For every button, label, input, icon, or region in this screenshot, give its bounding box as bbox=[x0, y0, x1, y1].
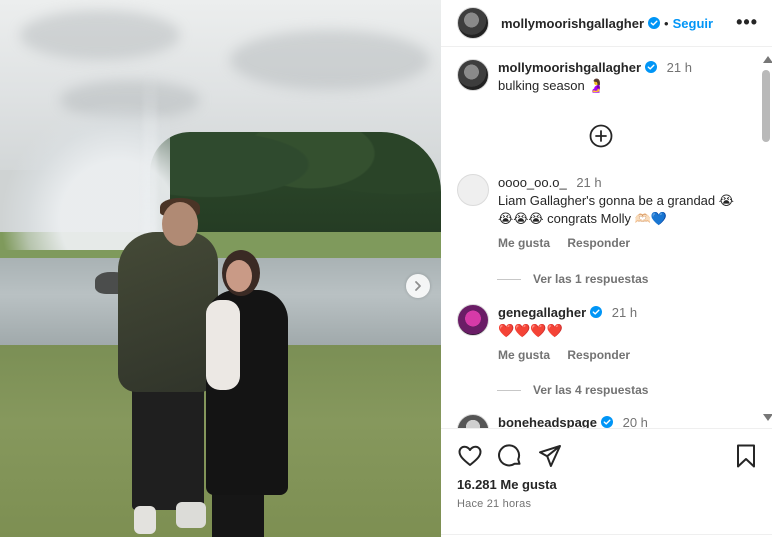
comment-row: genegallagher 21 h ❤️❤️❤️❤️ Me gusta Res… bbox=[457, 304, 644, 364]
heart-icon[interactable] bbox=[457, 443, 483, 469]
photo-cloud bbox=[230, 30, 430, 90]
verified-badge-icon bbox=[648, 17, 661, 29]
share-icon[interactable] bbox=[537, 443, 563, 469]
more-options-icon[interactable]: ••• bbox=[736, 12, 758, 33]
header-separator: • bbox=[664, 15, 669, 31]
follow-button[interactable]: Seguir bbox=[673, 16, 713, 31]
comment-icon[interactable] bbox=[497, 443, 523, 469]
photo-man-jacket bbox=[118, 232, 218, 392]
comment-username[interactable]: boneheadspage bbox=[498, 415, 597, 428]
caption-text: bulking season 🤰 bbox=[498, 78, 605, 93]
comment-body: boneheadspage 20 h bbox=[498, 414, 648, 428]
comment-time[interactable]: 21 h bbox=[576, 175, 601, 190]
view-replies-label: Ver las 1 respuestas bbox=[533, 272, 649, 286]
replies-divider bbox=[497, 278, 521, 280]
avatar[interactable] bbox=[457, 304, 489, 336]
photo-woman-legs bbox=[212, 490, 264, 537]
action-icons bbox=[457, 443, 563, 469]
comment-row: boneheadspage 20 h bbox=[457, 414, 648, 428]
photo-shoe bbox=[176, 502, 206, 528]
verified-badge-icon bbox=[600, 416, 613, 428]
comment-actions: Me gusta Responder bbox=[498, 234, 748, 252]
comments-scrollbar[interactable] bbox=[761, 56, 772, 426]
comment-text: Liam Gallagher's gonna be a grandad 😭😭😭😭… bbox=[498, 193, 734, 226]
post-photo[interactable] bbox=[0, 0, 441, 537]
view-replies-button[interactable]: Ver las 1 respuestas bbox=[497, 272, 648, 286]
photo-man-head bbox=[162, 202, 198, 246]
avatar[interactable] bbox=[457, 59, 489, 91]
replies-divider bbox=[497, 389, 521, 391]
comment-row: oooo_oo.o_ 21 h Liam Gallagher's gonna b… bbox=[457, 174, 748, 252]
caption-username[interactable]: mollymoorishgallagher bbox=[498, 60, 641, 75]
comment-username[interactable]: oooo_oo.o_ bbox=[498, 175, 567, 190]
author-username[interactable]: mollymoorishgallagher bbox=[501, 16, 644, 31]
caption-row: mollymoorishgallagher 21 h bulking seaso… bbox=[457, 59, 692, 95]
post-footer: 16.281 Me gusta Hace 21 horas bbox=[441, 428, 772, 537]
photo-woman-face bbox=[226, 260, 252, 292]
bookmark-icon[interactable] bbox=[734, 443, 758, 469]
add-circle-icon[interactable] bbox=[589, 124, 613, 148]
verified-badge-icon bbox=[645, 61, 658, 73]
avatar[interactable] bbox=[457, 7, 489, 39]
comment-reply-button[interactable]: Responder bbox=[567, 236, 630, 250]
verified-badge-icon bbox=[590, 306, 603, 318]
post-side-panel: mollymoorishgallagher • Seguir ••• molly… bbox=[441, 0, 772, 537]
scrollbar-thumb[interactable] bbox=[762, 70, 770, 142]
comments-list[interactable]: mollymoorishgallagher 21 h bulking seaso… bbox=[441, 48, 760, 428]
comment-time[interactable]: 21 h bbox=[612, 305, 637, 320]
avatar[interactable] bbox=[457, 414, 489, 428]
next-photo-button[interactable] bbox=[406, 274, 430, 298]
caption-time[interactable]: 21 h bbox=[667, 60, 692, 75]
post-header: mollymoorishgallagher • Seguir ••• bbox=[441, 0, 772, 47]
view-replies-button[interactable]: Ver las 4 respuestas bbox=[497, 383, 648, 397]
footer-divider bbox=[441, 534, 772, 535]
likes-count[interactable]: 16.281 Me gusta bbox=[457, 477, 557, 492]
comment-username[interactable]: genegallagher bbox=[498, 305, 586, 320]
photo-fountain-jet bbox=[143, 70, 157, 240]
view-replies-label: Ver las 4 respuestas bbox=[533, 383, 649, 397]
comment-reply-button[interactable]: Responder bbox=[567, 348, 630, 362]
photo-woman-top bbox=[206, 300, 240, 390]
comment-text: ❤️❤️❤️❤️ bbox=[498, 323, 563, 338]
comment-time[interactable]: 20 h bbox=[623, 415, 648, 428]
avatar[interactable] bbox=[457, 174, 489, 206]
post-timestamp[interactable]: Hace 21 horas bbox=[457, 498, 531, 510]
photo-man-legs bbox=[132, 385, 204, 510]
photo-shoe bbox=[134, 506, 156, 534]
comment-like-button[interactable]: Me gusta bbox=[498, 236, 550, 250]
photo-cloud bbox=[20, 10, 180, 60]
comment-body: genegallagher 21 h ❤️❤️❤️❤️ Me gusta Res… bbox=[498, 304, 644, 364]
chevron-right-icon bbox=[415, 281, 421, 291]
comment-like-button[interactable]: Me gusta bbox=[498, 348, 550, 362]
scroll-down-arrow-icon[interactable] bbox=[763, 414, 772, 421]
scroll-up-arrow-icon[interactable] bbox=[763, 56, 772, 63]
comment-body: oooo_oo.o_ 21 h Liam Gallagher's gonna b… bbox=[498, 174, 748, 252]
caption-body: mollymoorishgallagher 21 h bulking seaso… bbox=[498, 59, 692, 95]
comment-actions: Me gusta Responder bbox=[498, 346, 644, 364]
